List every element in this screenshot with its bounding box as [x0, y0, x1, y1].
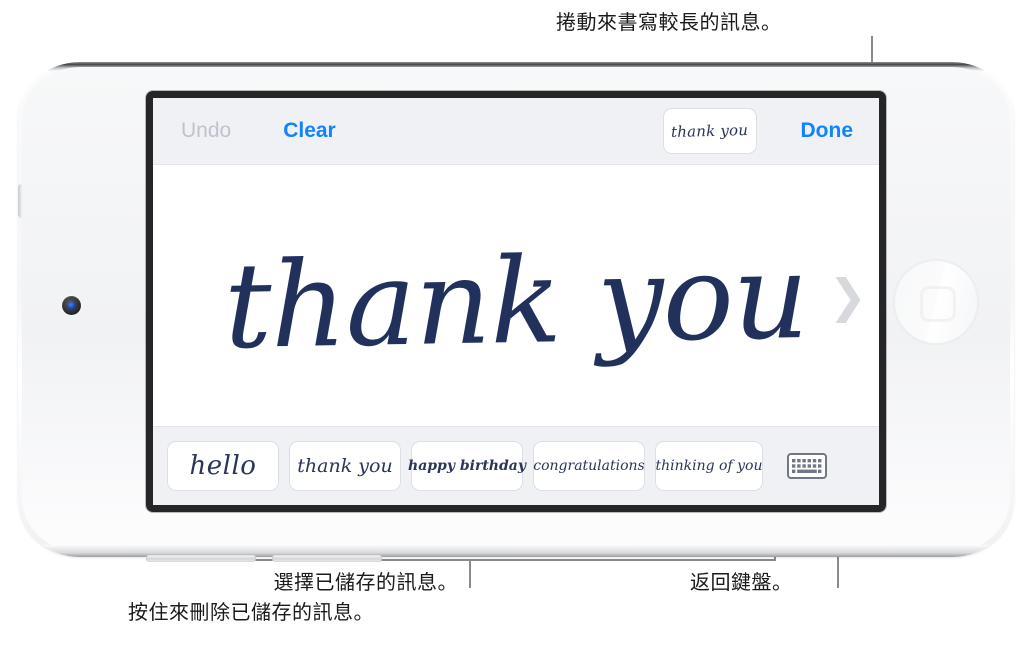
saved-message-label: happy birthday [408, 458, 526, 474]
callout-return-to-keyboard: 返回鍵盤。 [690, 572, 793, 594]
keyboard-icon [787, 453, 827, 479]
device-bottom-port-right [272, 555, 382, 562]
clear-button[interactable]: Clear [283, 119, 336, 143]
screenshot-root: 捲動來書寫較長的訊息。 選擇已儲存的訊息。 按住來刪除已儲存的訊息。 返回鍵盤。… [0, 0, 1032, 649]
device-bottom-port-left [146, 555, 256, 562]
screen: Undo Clear thank you Done thank you ❯ he… [153, 98, 879, 505]
home-button[interactable] [894, 260, 978, 344]
saved-message-chip[interactable]: thank you [289, 441, 401, 491]
device-side-button[interactable] [18, 184, 22, 218]
saved-messages-strip: hello thank you happy birthday congratul… [153, 427, 879, 505]
front-camera [62, 296, 81, 315]
saved-message-label: hello [189, 451, 257, 481]
keyboard-button[interactable] [781, 449, 833, 483]
saved-message-chip[interactable]: hello [167, 441, 279, 491]
saved-message-chip[interactable]: thinking of you [655, 441, 763, 491]
handwriting-stroke-text: thank you [223, 226, 809, 375]
message-preview-thumbnail[interactable]: thank you [662, 108, 757, 154]
done-button[interactable]: Done [801, 119, 854, 143]
ipod-touch-device: Undo Clear thank you Done thank you ❯ he… [18, 62, 1014, 562]
screen-bezel: Undo Clear thank you Done thank you ❯ he… [146, 91, 886, 512]
callout-scroll-for-longer-message: 捲動來書寫較長的訊息。 [556, 12, 782, 34]
message-preview-thumbnail-label: thank you [670, 120, 749, 142]
handwriting-toolbar: Undo Clear thank you Done [153, 98, 879, 164]
callout-saved-messages-line2: 按住來刪除已儲存的訊息。 [128, 602, 374, 624]
saved-message-chip[interactable]: happy birthday [408, 441, 526, 491]
handwriting-canvas[interactable]: thank you ❯ [153, 164, 879, 427]
saved-message-label: congratulations [533, 458, 645, 474]
callout-saved-messages-line1: 選擇已儲存的訊息。 [273, 572, 458, 594]
saved-message-chip[interactable]: congratulations [533, 441, 645, 491]
saved-message-label: thank you [297, 455, 393, 477]
saved-message-label: thinking of you [655, 458, 763, 474]
undo-button[interactable]: Undo [181, 119, 231, 143]
callout-saved-messages: 選擇已儲存的訊息。 按住來刪除已儲存的訊息。 [128, 568, 458, 628]
chevron-right-icon[interactable]: ❯ [828, 273, 867, 319]
